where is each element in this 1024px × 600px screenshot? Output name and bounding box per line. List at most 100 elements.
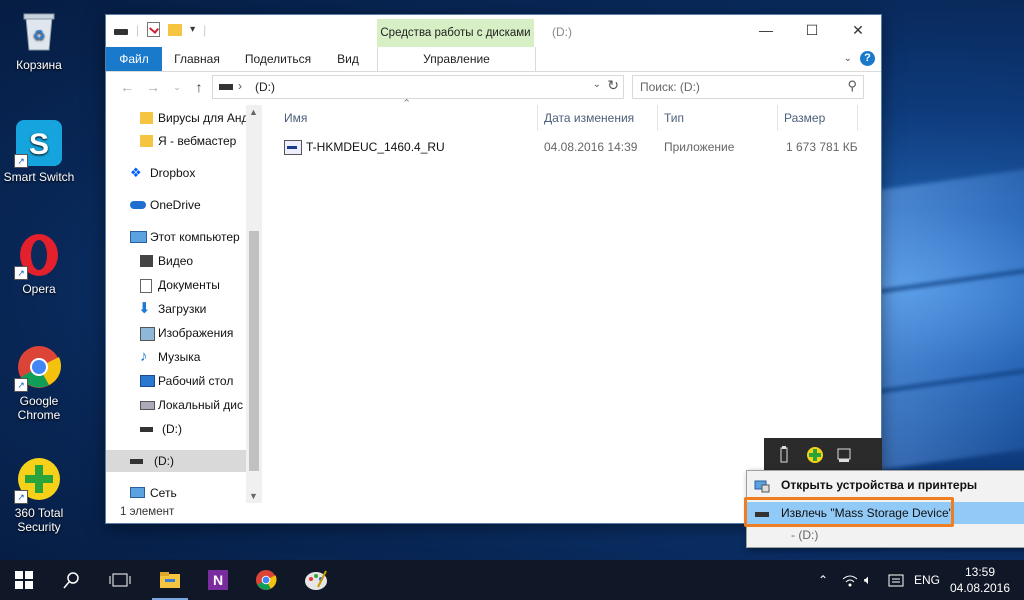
removable-drive-tray-icon[interactable] <box>836 446 852 464</box>
tab-view[interactable]: Вид <box>328 47 368 71</box>
menu-item-open-devices[interactable]: Открыть устройства и принтеры <box>747 474 1024 496</box>
annotation-highlight-frame <box>744 497 954 527</box>
volume-icon[interactable]: 🔈︎ <box>864 560 872 600</box>
scroll-down-icon[interactable]: ▼ <box>249 491 258 501</box>
tab-share[interactable]: Поделиться <box>238 47 318 71</box>
desktop-icon-smart-switch[interactable]: S ↗ Smart Switch <box>0 120 78 184</box>
chrome-taskbar-icon[interactable] <box>242 560 290 600</box>
folder-icon <box>140 135 153 147</box>
column-header-name[interactable]: Имя <box>278 105 538 131</box>
scroll-thumb[interactable] <box>249 231 259 471</box>
refresh-icon[interactable]: ↻ <box>607 77 619 94</box>
nav-item-documents[interactable]: Документы <box>106 274 248 296</box>
window-title: (D:) <box>552 25 572 39</box>
nav-item-desktop[interactable]: Рабочий стол <box>106 370 248 392</box>
desktop-icon-opera[interactable]: ↗ Opera <box>0 232 78 296</box>
clock-time: 13:59 <box>964 565 996 579</box>
drive-icon <box>114 28 128 35</box>
application-file-icon <box>284 140 302 155</box>
scroll-up-icon[interactable]: ▲ <box>249 107 258 117</box>
nav-item-network[interactable]: Сеть <box>106 482 248 503</box>
nav-item-onedrive[interactable]: OneDrive <box>106 194 248 216</box>
desktop-icon-360-total-security[interactable]: ↗ 360 Total Security <box>0 456 78 534</box>
nav-item[interactable]: Я - вебмастер <box>106 130 248 152</box>
total-security-tray-icon[interactable] <box>806 446 823 464</box>
language-indicator[interactable]: ENG <box>914 560 940 600</box>
customize-toolbar-icon[interactable]: ▾ <box>190 24 195 35</box>
tab-manage[interactable]: Управление <box>377 47 536 71</box>
nav-item-music[interactable]: ♪ Музыка <box>106 346 248 368</box>
search-placeholder: Поиск: (D:) <box>640 80 700 94</box>
paint-icon[interactable] <box>292 560 340 600</box>
nav-item-dropbox[interactable]: ❖ Dropbox <box>106 162 248 184</box>
nav-item-drive-d-root[interactable]: (D:) <box>106 450 248 472</box>
back-icon[interactable]: ← <box>118 77 136 97</box>
onenote-icon[interactable]: N <box>194 560 242 600</box>
desktop-icon-label: Корзина <box>16 58 62 72</box>
shortcut-arrow-icon: ↗ <box>14 154 28 168</box>
new-folder-icon[interactable] <box>168 23 183 36</box>
tray-overflow-popup <box>764 438 882 474</box>
chrome-icon: ↗ <box>14 344 62 392</box>
nav-item-pictures[interactable]: Изображения <box>106 322 248 344</box>
close-button[interactable]: ✕ <box>835 15 881 45</box>
search-input[interactable]: Поиск: (D:) ⚲ <box>632 75 864 99</box>
desktop-icon-google-chrome[interactable]: ↗ Google Chrome <box>0 344 78 422</box>
downloads-icon: ⬇ <box>138 300 151 317</box>
desktop-icon-label: Smart Switch <box>3 170 75 184</box>
nav-item-videos[interactable]: Видео <box>106 250 248 272</box>
properties-icon[interactable] <box>147 22 161 37</box>
minimize-button[interactable]: — <box>743 15 789 45</box>
nav-item-this-pc[interactable]: Этот компьютер <box>106 226 248 248</box>
nav-item[interactable]: Вирусы для Анд <box>106 107 248 129</box>
desktop-icon <box>140 375 155 387</box>
action-center-icon[interactable] <box>888 560 904 600</box>
address-path: (D:) <box>255 80 275 94</box>
quick-access-toolbar: | ▾ | <box>114 22 206 37</box>
address-dropdown-icon[interactable]: ⌄ <box>593 79 601 90</box>
total-security-icon: ↗ <box>14 456 62 504</box>
contextual-tab-group: Средства работы с дисками <box>377 19 534 47</box>
desktop-icon-label-line1: Google <box>19 394 59 408</box>
show-hidden-icons-icon[interactable]: ⌃ <box>818 560 828 600</box>
nav-item-local-disk[interactable]: Локальный дис <box>106 394 248 416</box>
shortcut-arrow-icon: ↗ <box>14 490 28 504</box>
maximize-button[interactable]: ☐ <box>789 15 835 45</box>
tab-home[interactable]: Главная <box>166 47 228 71</box>
column-header-date[interactable]: Дата изменения <box>538 105 658 131</box>
help-icon[interactable]: ? <box>860 51 875 66</box>
breadcrumb-chevron-icon[interactable]: › <box>238 79 242 93</box>
nav-scrollbar[interactable]: ▲ ▼ <box>246 105 262 503</box>
up-icon[interactable]: ↑ <box>190 77 208 97</box>
clock[interactable]: 13:59 04.08.2016 <box>944 564 1016 596</box>
ribbon-tabs: Файл Главная Поделиться Вид Управление <box>106 47 881 72</box>
table-row[interactable]: T-HKMDEUC_1460.4_RU 04.08.2016 14:39 При… <box>270 137 866 157</box>
task-view-icon[interactable] <box>96 560 144 600</box>
recent-locations-icon[interactable]: ⌄ <box>168 77 186 97</box>
column-header-size[interactable]: Размер <box>778 105 858 131</box>
nav-item-drive-d[interactable]: (D:) <box>106 418 248 440</box>
drive-icon <box>219 84 233 90</box>
drive-icon <box>130 459 143 464</box>
shortcut-arrow-icon: ↗ <box>14 266 28 280</box>
desktop-icon-label-line2: Security <box>17 520 61 534</box>
search-icon[interactable] <box>48 560 96 600</box>
column-header-type[interactable]: Тип <box>658 105 778 131</box>
expand-ribbon-icon[interactable]: ⌄ <box>844 53 852 64</box>
nav-item-downloads[interactable]: ⬇ Загрузки <box>106 298 248 320</box>
usb-device-icon[interactable] <box>776 446 792 464</box>
file-date: 04.08.2016 14:39 <box>544 140 638 154</box>
address-bar[interactable]: › (D:) ⌄ ↻ <box>212 75 624 99</box>
file-type: Приложение <box>664 140 735 154</box>
file-explorer-taskbar-icon[interactable] <box>146 560 194 600</box>
wifi-icon[interactable] <box>842 560 858 600</box>
forward-icon[interactable]: → <box>144 77 162 97</box>
desktop-icon-label: Opera <box>22 282 56 296</box>
opera-icon: ↗ <box>14 232 62 280</box>
tab-file[interactable]: Файл <box>106 47 162 71</box>
start-button[interactable] <box>0 560 48 600</box>
dropbox-icon: ❖ <box>130 165 142 180</box>
title-bar[interactable]: | ▾ | Средства работы с дисками (D:) — ☐… <box>106 15 881 47</box>
menu-item-drive-d: - (D:) <box>791 528 819 542</box>
desktop-icon-recycle-bin[interactable]: ♻ Корзина <box>0 8 78 72</box>
